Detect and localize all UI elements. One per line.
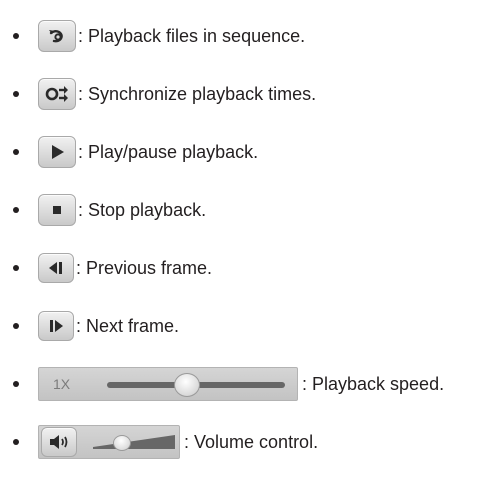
bullet-icon bbox=[13, 207, 19, 213]
previous-frame-icon[interactable] bbox=[38, 253, 74, 283]
bullet-icon bbox=[13, 265, 19, 271]
list-item-playback-speed: 1X : Playback speed. bbox=[0, 366, 444, 402]
item-label: : Next frame. bbox=[76, 315, 180, 336]
bullet-icon bbox=[13, 91, 19, 97]
speed-slider[interactable]: 1X bbox=[38, 367, 298, 401]
volume-slider-handle[interactable] bbox=[112, 435, 131, 451]
item-label: : Volume control. bbox=[184, 431, 319, 452]
bullet-icon bbox=[13, 33, 19, 39]
volume-slider[interactable] bbox=[38, 425, 180, 459]
item-label: : Play/pause playback. bbox=[78, 141, 259, 162]
item-label: : Playback files in sequence. bbox=[78, 25, 306, 46]
list-item-sequence-playback: : Playback files in sequence. bbox=[0, 18, 305, 54]
list-item-next-frame: : Next frame. bbox=[0, 308, 179, 344]
list-item-stop: : Stop playback. bbox=[0, 192, 206, 228]
bullet-icon bbox=[13, 439, 19, 445]
item-label: : Previous frame. bbox=[76, 257, 213, 278]
list-item-play-pause: : Play/pause playback. bbox=[0, 134, 258, 170]
bullet-icon bbox=[13, 149, 19, 155]
sync-playback-icon[interactable] bbox=[38, 78, 76, 110]
item-label: : Stop playback. bbox=[78, 199, 207, 220]
bullet-icon bbox=[13, 381, 19, 387]
stop-icon[interactable] bbox=[38, 194, 76, 226]
speed-slider-handle[interactable] bbox=[174, 373, 201, 397]
speaker-icon[interactable] bbox=[41, 427, 77, 457]
list-item-sync-playback: : Synchronize playback times. bbox=[0, 76, 316, 112]
item-label: : Synchronize playback times. bbox=[78, 83, 317, 104]
list-item-previous-frame: : Previous frame. bbox=[0, 250, 212, 286]
list-item-volume-control: : Volume control. bbox=[0, 424, 318, 460]
bullet-icon bbox=[13, 323, 19, 329]
next-frame-icon[interactable] bbox=[38, 311, 74, 341]
item-label: : Playback speed. bbox=[302, 373, 445, 394]
speed-value: 1X bbox=[53, 376, 71, 392]
play-pause-icon[interactable] bbox=[38, 136, 76, 168]
sequence-playback-icon[interactable] bbox=[38, 20, 76, 52]
volume-track[interactable] bbox=[93, 433, 175, 451]
